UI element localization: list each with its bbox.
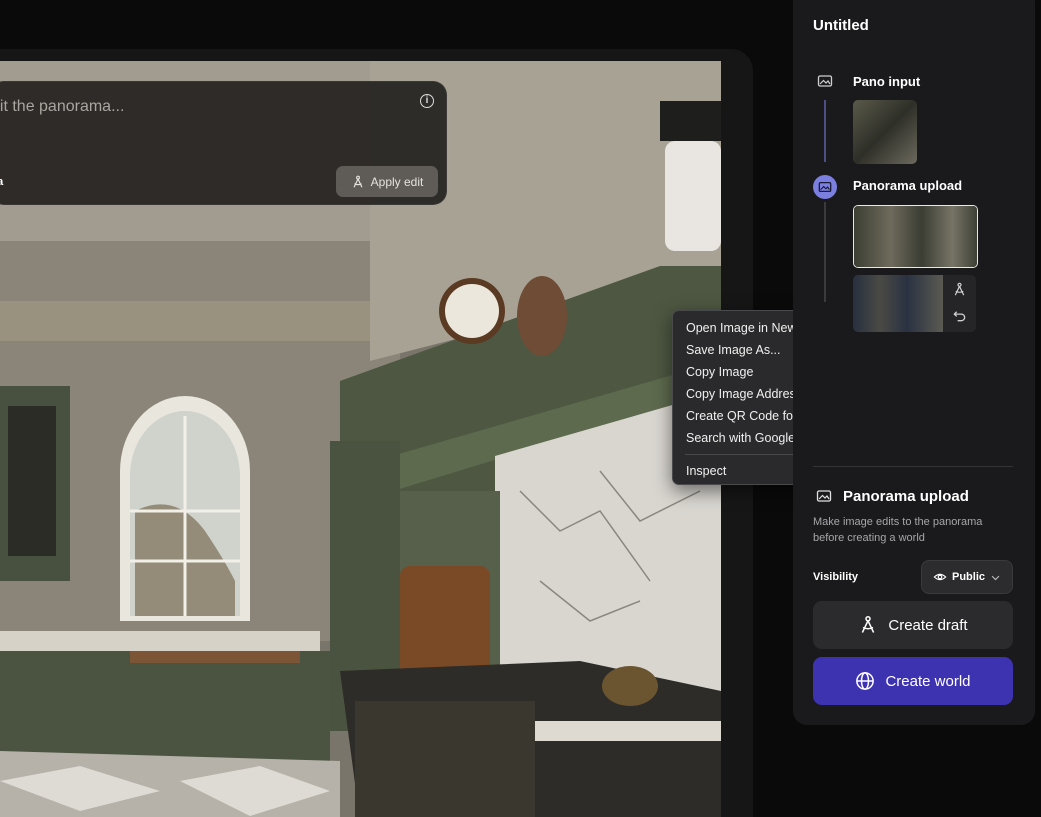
visibility-value: Public [951,571,985,583]
app-root: dit the panorama... i ea Apply edit Open… [0,0,1041,817]
apply-edit-label: Apply edit [370,174,424,189]
eye-icon [933,573,947,581]
chevron-down-icon [991,575,1000,580]
edit-option-label[interactable]: ea [0,176,3,188]
panorama-selected-thumbnail[interactable] [853,205,978,268]
section-title: Panorama upload [843,488,969,505]
section-divider [813,466,1013,467]
image-icon [818,181,832,193]
create-world-button[interactable]: Create world [813,657,1013,705]
step-panorama-upload[interactable]: Panorama upload [853,178,962,193]
image-icon [817,75,833,87]
compass-icon [862,615,875,633]
visibility-label: Visibility [813,571,859,583]
variant-tools [943,275,976,332]
image-icon [816,490,832,502]
create-world-label: Create world [885,672,971,690]
right-panel: Untitled Pano input Panorama upload Pano… [793,0,1035,725]
apply-edit-button[interactable]: Apply edit [336,166,438,197]
globe-icon [856,672,875,690]
timeline-connector [824,100,826,162]
compass-icon[interactable] [952,282,967,297]
panorama-variant-thumbnail[interactable] [853,275,943,332]
step-active-indicator [813,175,837,199]
section-description: Make image edits to the panorama before … [813,516,983,544]
step-pano-input[interactable]: Pano input [853,74,920,89]
undo-icon[interactable] [952,308,967,323]
timeline-connector [824,202,826,302]
project-title[interactable]: Untitled [813,17,869,34]
create-draft-button[interactable]: Create draft [813,601,1013,649]
compass-icon [353,175,363,187]
edit-prompt-input[interactable]: dit the panorama... [0,98,124,116]
info-icon[interactable]: i [420,94,434,108]
create-draft-label: Create draft [888,616,968,634]
pano-input-thumbnail[interactable] [853,100,917,164]
edit-prompt-box: dit the panorama... i ea Apply edit [0,81,447,205]
visibility-select[interactable]: Public [921,560,1013,594]
